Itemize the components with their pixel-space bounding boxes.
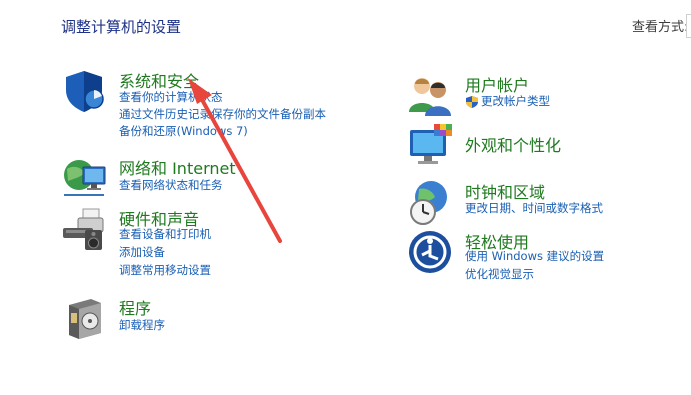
- link-file-history[interactable]: 通过文件历史记录保存你的文件备份副本: [119, 106, 326, 123]
- printer-speaker-icon[interactable]: [61, 206, 107, 252]
- page-title: 调整计算机的设置: [61, 18, 182, 36]
- link-optimize-visual-display[interactable]: 优化视觉显示: [465, 266, 534, 283]
- category-appearance: 外观和个性化: [407, 124, 677, 170]
- uac-shield-icon: [465, 94, 479, 108]
- link-devices-printers[interactable]: 查看设备和打印机: [119, 226, 211, 243]
- link-change-date-time-format[interactable]: 更改日期、时间或数字格式: [465, 200, 603, 217]
- link-mobility-settings[interactable]: 调整常用移动设置: [119, 262, 211, 279]
- link-recommended-settings[interactable]: 使用 Windows 建议的设置: [465, 248, 604, 265]
- users-icon[interactable]: [407, 72, 453, 118]
- link-backup-restore[interactable]: 备份和还原(Windows 7): [119, 123, 248, 140]
- clock-globe-icon[interactable]: [407, 179, 453, 225]
- view-by-dropdown[interactable]: [686, 14, 691, 38]
- ease-of-access-icon[interactable]: [407, 229, 453, 275]
- category-title[interactable]: 程序: [119, 295, 151, 319]
- category-clock-region: 时钟和区域 更改日期、时间或数字格式: [407, 179, 677, 225]
- category-user-accounts: 用户帐户 更改帐户类型: [407, 72, 677, 116]
- monitor-palette-icon[interactable]: [407, 124, 453, 170]
- category-network-internet: 网络和 Internet 查看网络状态和任务: [61, 155, 351, 199]
- link-view-network-status[interactable]: 查看网络状态和任务: [119, 177, 223, 194]
- network-globe-icon[interactable]: [61, 155, 107, 201]
- link-view-computer-status[interactable]: 查看你的计算机状态: [119, 89, 223, 106]
- category-title[interactable]: 外观和个性化: [465, 132, 561, 156]
- category-programs: 程序 卸载程序: [61, 295, 351, 339]
- category-ease-of-access: 轻松使用 使用 Windows 建议的设置 优化视觉显示: [407, 229, 677, 289]
- category-title[interactable]: 网络和 Internet: [119, 155, 236, 179]
- link-add-device[interactable]: 添加设备: [119, 244, 165, 261]
- category-system-security: 系统和安全 查看你的计算机状态 通过文件历史记录保存你的文件备份副本 备份和还原…: [61, 68, 351, 148]
- link-uninstall-program[interactable]: 卸载程序: [119, 317, 165, 334]
- programs-box-icon[interactable]: [61, 295, 107, 341]
- view-by-label: 查看方式:: [632, 20, 689, 35]
- link-change-account-type[interactable]: 更改帐户类型: [481, 93, 550, 110]
- category-hardware-sound: 硬件和声音 查看设备和打印机 添加设备 调整常用移动设置: [61, 206, 351, 281]
- shield-icon[interactable]: [61, 68, 107, 114]
